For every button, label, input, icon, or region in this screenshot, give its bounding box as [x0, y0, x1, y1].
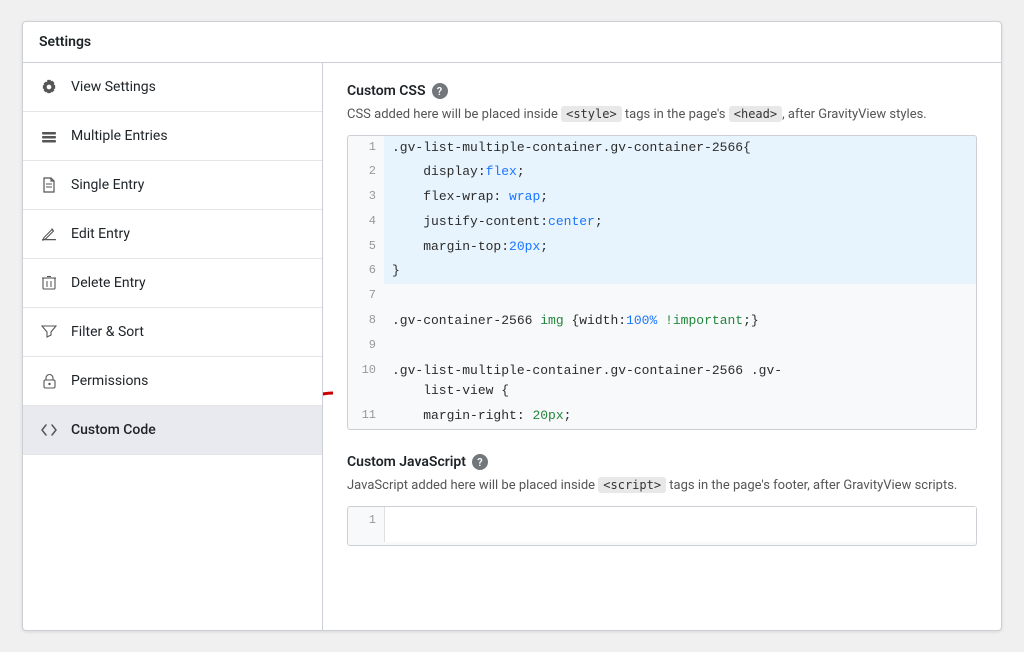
- sidebar-item-delete-entry-label: Delete Entry: [71, 275, 146, 291]
- code-line-6: 6 }: [348, 259, 976, 284]
- sidebar-item-multiple-entries[interactable]: Multiple Entries: [23, 112, 322, 161]
- code-line-2: 2 display:flex;: [348, 160, 976, 185]
- css-help-icon[interactable]: ?: [432, 83, 448, 99]
- css-section: Custom CSS ? CSS added here will be plac…: [347, 83, 977, 430]
- lock-icon: [39, 371, 59, 391]
- file-icon: [39, 175, 59, 195]
- edit-icon: [39, 224, 59, 244]
- css-section-desc: CSS added here will be placed inside <st…: [347, 105, 977, 125]
- settings-body: View Settings Multiple Entries: [23, 63, 1001, 630]
- layers-icon: [39, 126, 59, 146]
- code-icon: [39, 420, 59, 440]
- sidebar-item-filter-sort[interactable]: Filter & Sort: [23, 308, 322, 357]
- js-code-editor[interactable]: 1: [347, 506, 977, 546]
- code-line-3: 3 flex-wrap: wrap;: [348, 185, 976, 210]
- js-section-title: Custom JavaScript ?: [347, 454, 977, 470]
- sidebar-item-single-entry[interactable]: Single Entry: [23, 161, 322, 210]
- css-code-editor[interactable]: 1 .gv-list-multiple-container.gv-contain…: [347, 135, 977, 431]
- css-section-title: Custom CSS ?: [347, 83, 977, 99]
- sidebar-item-single-entry-label: Single Entry: [71, 177, 144, 193]
- js-help-icon[interactable]: ?: [472, 454, 488, 470]
- code-line-7: 7: [348, 284, 976, 309]
- code-line-11: 11 margin-right: 20px;: [348, 404, 976, 429]
- sidebar: View Settings Multiple Entries: [23, 63, 323, 630]
- css-code-lines: 1 .gv-list-multiple-container.gv-contain…: [348, 136, 976, 430]
- filter-icon: [39, 322, 59, 342]
- code-line-1: 1 .gv-list-multiple-container.gv-contain…: [348, 136, 976, 161]
- sidebar-item-edit-entry-label: Edit Entry: [71, 226, 130, 242]
- main-content: Custom CSS ? CSS added here will be plac…: [323, 63, 1001, 630]
- code-line-4: 4 justify-content:center;: [348, 210, 976, 235]
- code-line-5: 5 margin-top:20px;: [348, 235, 976, 260]
- sidebar-item-permissions-label: Permissions: [71, 373, 148, 389]
- trash-icon: [39, 273, 59, 293]
- settings-panel: Settings View Settings: [22, 21, 1002, 631]
- sidebar-item-delete-entry[interactable]: Delete Entry: [23, 259, 322, 308]
- gear-icon: [39, 77, 59, 97]
- sidebar-item-edit-entry[interactable]: Edit Entry: [23, 210, 322, 259]
- sidebar-item-view-settings-label: View Settings: [71, 79, 156, 95]
- sidebar-item-custom-code[interactable]: Custom Code: [23, 406, 322, 455]
- panel-title: Settings: [23, 22, 1001, 63]
- code-line-9: 9: [348, 334, 976, 359]
- code-line-10: 10 .gv-list-multiple-container.gv-contai…: [348, 359, 976, 405]
- js-section-desc: JavaScript added here will be placed ins…: [347, 476, 977, 496]
- js-code-line-1: 1: [348, 507, 976, 542]
- js-section: Custom JavaScript ? JavaScript added her…: [347, 454, 977, 546]
- sidebar-item-filter-sort-label: Filter & Sort: [71, 324, 144, 340]
- sidebar-item-view-settings[interactable]: View Settings: [23, 63, 322, 112]
- sidebar-item-multiple-entries-label: Multiple Entries: [71, 128, 168, 144]
- code-line-8: 8 .gv-container-2566 img {width:100% !im…: [348, 309, 976, 334]
- sidebar-item-permissions[interactable]: Permissions: [23, 357, 322, 406]
- sidebar-item-custom-code-label: Custom Code: [71, 422, 156, 438]
